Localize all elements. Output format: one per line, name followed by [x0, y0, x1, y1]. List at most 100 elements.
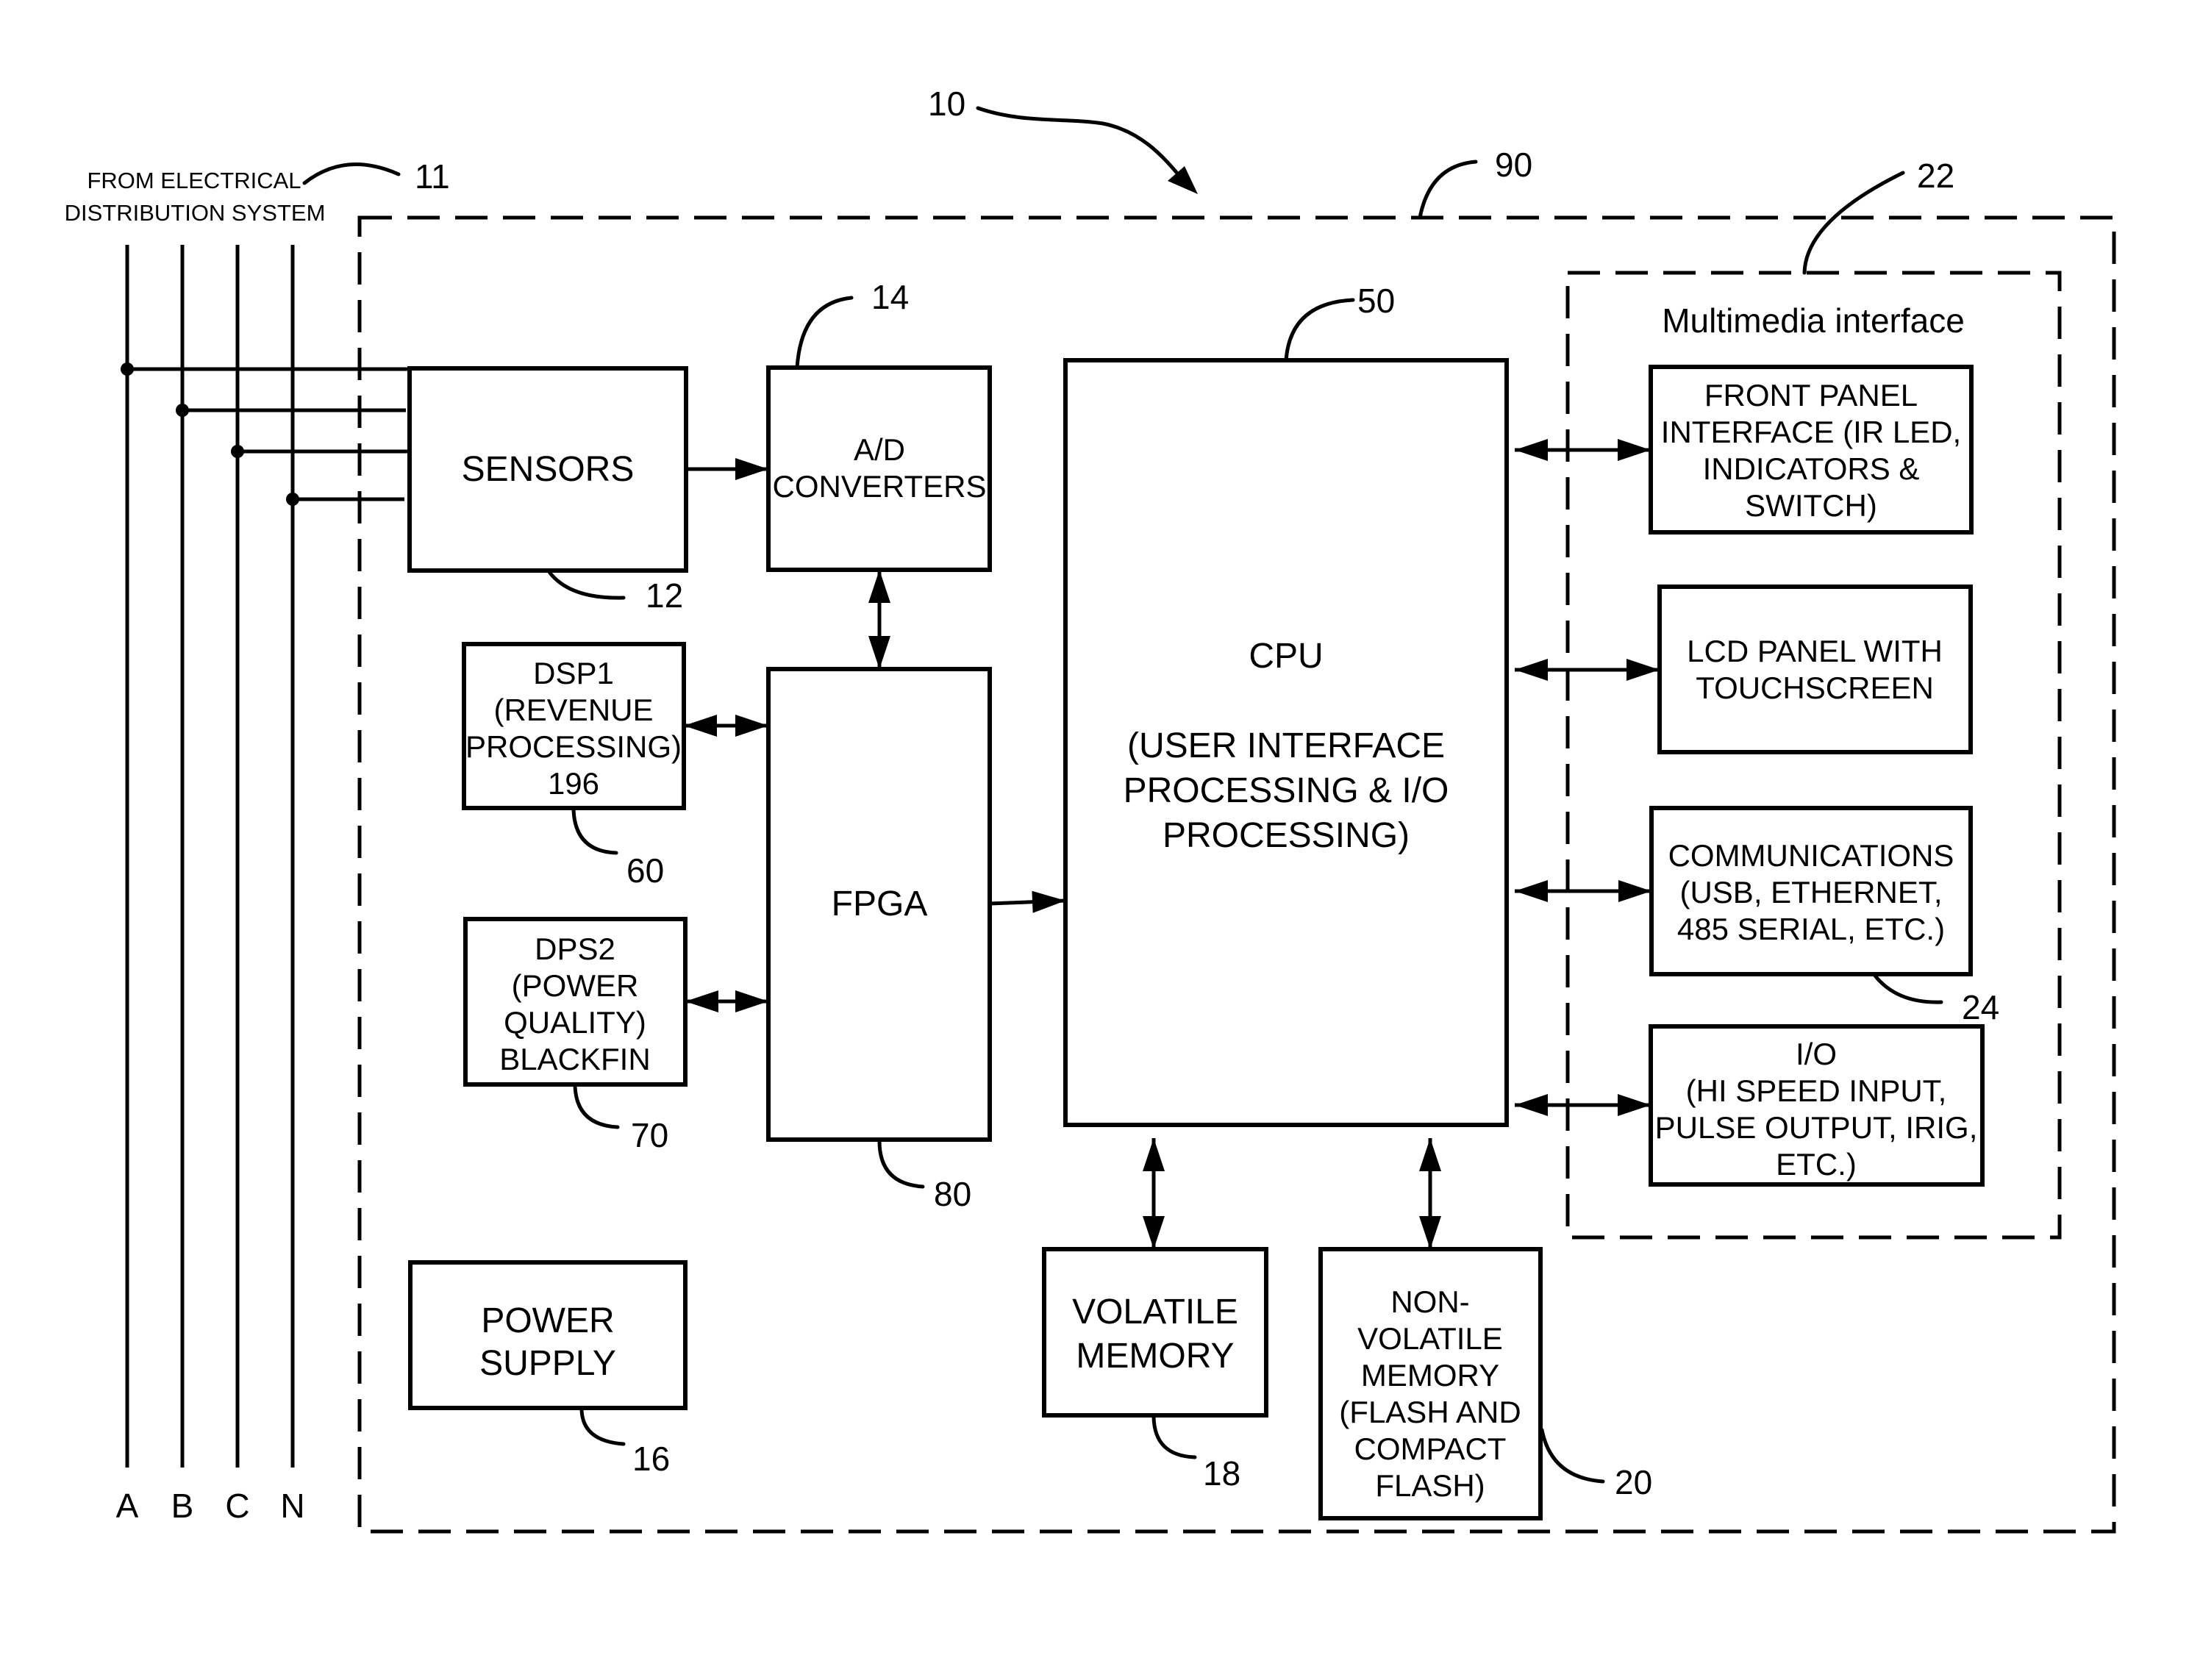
arrowhead-cpu-icon [1419, 1138, 1441, 1171]
dsp2-label-line3: QUALITY) [504, 1005, 646, 1040]
dsp1-label-line2: (REVENUE [493, 693, 653, 727]
volatile-memory-block[interactable]: VOLATILE MEMORY [1042, 1247, 1268, 1418]
leader-80 [877, 1139, 925, 1189]
front-panel-block[interactable]: FRONT PANEL INTERFACE (IR LED, INDICATOR… [1649, 365, 1974, 535]
leader-12 [547, 570, 626, 600]
source-label-line1: FROM ELECTRICAL [87, 168, 301, 193]
ref-18: 18 [1203, 1454, 1240, 1493]
ref-14: 14 [871, 278, 909, 316]
arrowhead-cpu-icon [1032, 890, 1065, 913]
dsp2-label-line4: BLACKFIN [499, 1042, 650, 1076]
source-label-line2: DISTRIBUTION SYSTEM [65, 200, 326, 226]
cpu-label-line5: PROCESSING) [1163, 816, 1410, 855]
io-label-line1: I/O [1796, 1037, 1837, 1071]
dsp2-label-line1: DPS2 [535, 932, 615, 966]
arrowhead-ad_converters-icon [868, 570, 890, 603]
ad-converters-block[interactable]: A/D CONVERTERS [766, 365, 992, 572]
leader-60 [571, 807, 618, 855]
cpu-label-line4: PROCESSING & I/O [1124, 771, 1449, 810]
arrowhead-volatile_memory-icon [1143, 1216, 1165, 1249]
communications-block[interactable]: COMMUNICATIONS (USB, ETHERNET, 485 SERIA… [1649, 806, 1973, 976]
nonvolatile-label-line3: MEMORY [1361, 1358, 1499, 1393]
power-supply-label-line1: POWER [481, 1301, 614, 1340]
ref-20: 20 [1615, 1463, 1652, 1501]
nonvolatile-label-line6: FLASH) [1375, 1468, 1485, 1503]
phase-label-n: N [280, 1487, 304, 1525]
phase-label-a: A [116, 1487, 139, 1525]
leader-18 [1151, 1415, 1197, 1459]
front-panel-label-line3: INDICATORS & [1703, 451, 1920, 486]
io-block[interactable]: I/O (HI SPEED INPUT, PULSE OUTPUT, IRIG,… [1649, 1024, 1985, 1187]
ad-label-line1: A/D [854, 432, 905, 467]
leader-24 [1873, 973, 1943, 1004]
junction-dot-c [231, 445, 244, 458]
leader-22 [1802, 171, 1905, 275]
sensors-label: SENSORS [462, 450, 635, 489]
junction-dot-b [176, 404, 189, 417]
communications-label-line3: 485 SERIAL, ETC.) [1677, 912, 1945, 946]
dsp1-label-line3: PROCESSING) [465, 729, 682, 764]
front-panel-label-line1: FRONT PANEL [1704, 378, 1918, 412]
arrowhead-io-icon [1618, 1094, 1651, 1116]
multimedia-interface-title: Multimedia interface [1662, 301, 1965, 340]
meter-block-diagram: Multimedia interface A B C N FROM ELECTR… [65, 85, 2116, 1534]
ref-11: 11 [415, 157, 450, 196]
arrowhead-cpu-icon [1515, 659, 1548, 681]
arrowhead-cpu-icon [1515, 439, 1548, 461]
arrowhead-fpga-icon [735, 715, 768, 737]
leader-10 [976, 106, 1185, 182]
nonvolatile-label-line2: VOLATILE [1357, 1321, 1503, 1356]
ref-70: 70 [631, 1116, 668, 1154]
fpga-block[interactable]: FPGA [766, 667, 992, 1142]
ref-90: 90 [1495, 146, 1532, 184]
arrowhead-front_panel-icon [1618, 439, 1651, 461]
lcd-label-line2: TOUCHSCREEN [1696, 671, 1934, 705]
ref-22: 22 [1917, 157, 1954, 195]
leader-70 [573, 1084, 620, 1129]
nonvolatile-memory-block[interactable]: NON- VOLATILE MEMORY (FLASH AND COMPACT … [1318, 1247, 1543, 1520]
nonvolatile-label-line1: NON- [1390, 1284, 1469, 1319]
ad-label-line2: CONVERTERS [773, 469, 987, 504]
phase-label-b: B [171, 1487, 194, 1525]
ref-60: 60 [626, 851, 664, 890]
lcd-panel-block[interactable]: LCD PANEL WITH TOUCHSCREEN [1657, 585, 1973, 754]
lcd-label-line1: LCD PANEL WITH [1687, 634, 1943, 668]
power-supply-label-line2: SUPPLY [479, 1344, 616, 1383]
nonvolatile-label-line5: COMPACT [1354, 1431, 1507, 1466]
nonvolatile-label-line4: (FLASH AND [1339, 1395, 1521, 1429]
cpu-label-line3: (USER INTERFACE [1127, 726, 1445, 765]
cpu-block[interactable]: CPU (USER INTERFACE PROCESSING & I/O PRO… [1063, 358, 1509, 1127]
leader-90 [1418, 160, 1478, 220]
front-panel-label-line2: INTERFACE (IR LED, [1661, 415, 1961, 449]
arrowhead-communications-icon [1618, 880, 1651, 902]
sensors-block[interactable]: SENSORS [407, 366, 688, 573]
dsp1-block[interactable]: DSP1 (REVENUE PROCESSING) 196 [462, 642, 686, 810]
arrowhead-nonvolatile_memory-icon [1419, 1216, 1441, 1249]
arrowhead-cpu-icon [1515, 880, 1548, 902]
arrowhead-fpga-icon [735, 990, 768, 1012]
ref-10: 10 [928, 85, 965, 123]
ref-24: 24 [1962, 988, 1999, 1026]
ref-80: 80 [934, 1175, 971, 1213]
ref-50: 50 [1357, 282, 1395, 320]
arrowhead-lcd-icon [1626, 659, 1660, 681]
dsp2-block[interactable]: DPS2 (POWER QUALITY) BLACKFIN [463, 917, 688, 1087]
io-label-line4: ETC.) [1776, 1147, 1857, 1182]
volatile-memory-label-line2: MEMORY [1076, 1337, 1234, 1376]
arrow-10-head [1168, 166, 1198, 194]
arrowhead-dsp2-icon [685, 990, 718, 1012]
power-supply-block[interactable]: POWER SUPPLY [408, 1260, 688, 1410]
arrowhead-ad_converters-icon [735, 458, 768, 480]
source-lines: A B C N [116, 245, 410, 1525]
arrowhead-cpu-icon [1143, 1138, 1165, 1171]
phase-label-c: C [225, 1487, 249, 1525]
leader-14 [795, 296, 854, 370]
dsp2-label-line2: (POWER [512, 968, 639, 1003]
leader-16 [579, 1407, 626, 1446]
communications-label-line2: (USB, ETHERNET, [1679, 875, 1942, 909]
front-panel-label-line4: SWITCH) [1745, 488, 1877, 523]
arrowhead-fpga-icon [868, 636, 890, 669]
communications-label-line1: COMMUNICATIONS [1668, 838, 1954, 873]
arrowhead-dsp1-icon [684, 715, 717, 737]
dsp1-label-line4: 196 [548, 766, 599, 801]
